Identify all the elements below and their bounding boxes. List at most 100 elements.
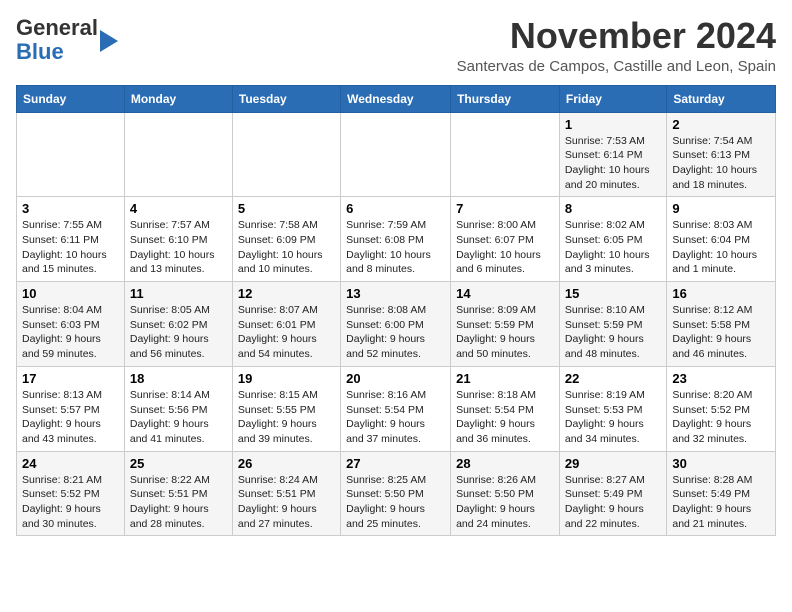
- day-info: Sunrise: 8:21 AMSunset: 5:52 PMDaylight:…: [22, 473, 119, 532]
- col-header-thursday: Thursday: [451, 85, 560, 112]
- calendar-cell: [232, 112, 340, 197]
- day-number: 3: [22, 201, 119, 216]
- col-header-monday: Monday: [124, 85, 232, 112]
- col-header-saturday: Saturday: [667, 85, 776, 112]
- calendar-cell: 5 Sunrise: 7:58 AMSunset: 6:09 PMDaylight…: [232, 197, 340, 282]
- day-number: 1: [565, 117, 661, 132]
- calendar-cell: 28 Sunrise: 8:26 AMSunset: 5:50 PMDayligh…: [451, 451, 560, 536]
- day-number: 29: [565, 456, 661, 471]
- day-number: 17: [22, 371, 119, 386]
- day-number: 19: [238, 371, 335, 386]
- calendar-cell: [17, 112, 125, 197]
- week-row-3: 10 Sunrise: 8:04 AMSunset: 6:03 PMDayligh…: [17, 282, 776, 367]
- day-number: 25: [130, 456, 227, 471]
- calendar-cell: 26Sunrise: 8:24 AMSunset: 5:51 PMDayligh…: [232, 451, 340, 536]
- day-info: Sunrise: 8:19 AMSunset: 5:53 PMDaylight:…: [565, 388, 661, 447]
- calendar-cell: 20 Sunrise: 8:16 AMSunset: 5:54 PMDayligh…: [341, 366, 451, 451]
- day-number: 20: [346, 371, 445, 386]
- day-info: Sunrise: 7:55 AMSunset: 6:11 PMDaylight:…: [22, 218, 119, 277]
- logo-text: General Blue: [16, 16, 98, 64]
- day-info: Sunrise: 8:05 AMSunset: 6:02 PMDaylight:…: [130, 303, 227, 362]
- calendar-cell: [341, 112, 451, 197]
- calendar-cell: 16 Sunrise: 8:12 AMSunset: 5:58 PMDayligh…: [667, 282, 776, 367]
- day-info: Sunrise: 8:20 AMSunset: 5:52 PMDaylight:…: [672, 388, 770, 447]
- calendar-cell: 29 Sunrise: 8:27 AMSunset: 5:49 PMDayligh…: [559, 451, 666, 536]
- day-info: Sunrise: 8:27 AMSunset: 5:49 PMDaylight:…: [565, 473, 661, 532]
- day-info: Sunrise: 8:24 AMSunset: 5:51 PMDaylight:…: [238, 473, 335, 532]
- col-header-sunday: Sunday: [17, 85, 125, 112]
- calendar-cell: 14Sunrise: 8:09 AMSunset: 5:59 PMDayligh…: [451, 282, 560, 367]
- calendar-cell: 4 Sunrise: 7:57 AMSunset: 6:10 PMDaylight…: [124, 197, 232, 282]
- day-number: 27: [346, 456, 445, 471]
- col-header-tuesday: Tuesday: [232, 85, 340, 112]
- calendar-cell: 11 Sunrise: 8:05 AMSunset: 6:02 PMDayligh…: [124, 282, 232, 367]
- day-info: Sunrise: 8:15 AMSunset: 5:55 PMDaylight:…: [238, 388, 335, 447]
- day-number: 5: [238, 201, 335, 216]
- logo: General Blue: [16, 16, 118, 64]
- calendar-cell: 30 Sunrise: 8:28 AMSunset: 5:49 PMDayligh…: [667, 451, 776, 536]
- day-number: 7: [456, 201, 554, 216]
- day-number: 23: [672, 371, 770, 386]
- day-number: 22: [565, 371, 661, 386]
- col-header-friday: Friday: [559, 85, 666, 112]
- day-info: Sunrise: 7:59 AMSunset: 6:08 PMDaylight:…: [346, 218, 445, 277]
- day-info: Sunrise: 8:16 AMSunset: 5:54 PMDaylight:…: [346, 388, 445, 447]
- logo-general: General: [16, 15, 98, 40]
- day-info: Sunrise: 8:03 AMSunset: 6:04 PMDaylight:…: [672, 218, 770, 277]
- calendar-cell: 22 Sunrise: 8:19 AMSunset: 5:53 PMDayligh…: [559, 366, 666, 451]
- day-number: 15: [565, 286, 661, 301]
- day-info: Sunrise: 7:54 AMSunset: 6:13 PMDaylight:…: [672, 134, 770, 193]
- day-number: 6: [346, 201, 445, 216]
- day-info: Sunrise: 8:26 AMSunset: 5:50 PMDaylight:…: [456, 473, 554, 532]
- calendar-cell: 3 Sunrise: 7:55 AMSunset: 6:11 PMDaylight…: [17, 197, 125, 282]
- day-info: Sunrise: 8:09 AMSunset: 5:59 PMDaylight:…: [456, 303, 554, 362]
- day-info: Sunrise: 8:28 AMSunset: 5:49 PMDaylight:…: [672, 473, 770, 532]
- day-info: Sunrise: 8:07 AMSunset: 6:01 PMDaylight:…: [238, 303, 335, 362]
- day-number: 2: [672, 117, 770, 132]
- page-header: General Blue November 2024 Santervas de …: [16, 16, 776, 75]
- calendar-cell: 9Sunrise: 8:03 AMSunset: 6:04 PMDaylight…: [667, 197, 776, 282]
- calendar-cell: 18Sunrise: 8:14 AMSunset: 5:56 PMDayligh…: [124, 366, 232, 451]
- day-info: Sunrise: 8:14 AMSunset: 5:56 PMDaylight:…: [130, 388, 227, 447]
- calendar-header: SundayMondayTuesdayWednesdayThursdayFrid…: [17, 85, 776, 112]
- calendar-cell: 21 Sunrise: 8:18 AMSunset: 5:54 PMDayligh…: [451, 366, 560, 451]
- week-row-1: 1 Sunrise: 7:53 AMSunset: 6:14 PMDaylight…: [17, 112, 776, 197]
- day-info: Sunrise: 7:53 AMSunset: 6:14 PMDaylight:…: [565, 134, 661, 193]
- day-number: 11: [130, 286, 227, 301]
- day-info: Sunrise: 7:58 AMSunset: 6:09 PMDaylight:…: [238, 218, 335, 277]
- logo-arrow-icon: [100, 30, 118, 52]
- calendar-cell: 13 Sunrise: 8:08 AMSunset: 6:00 PMDayligh…: [341, 282, 451, 367]
- day-number: 13: [346, 286, 445, 301]
- day-info: Sunrise: 8:08 AMSunset: 6:00 PMDaylight:…: [346, 303, 445, 362]
- month-title: November 2024: [457, 16, 776, 56]
- title-block: November 2024 Santervas de Campos, Casti…: [457, 16, 776, 75]
- day-info: Sunrise: 8:13 AMSunset: 5:57 PMDaylight:…: [22, 388, 119, 447]
- calendar-cell: [124, 112, 232, 197]
- day-number: 30: [672, 456, 770, 471]
- day-info: Sunrise: 8:10 AMSunset: 5:59 PMDaylight:…: [565, 303, 661, 362]
- calendar-cell: 23 Sunrise: 8:20 AMSunset: 5:52 PMDayligh…: [667, 366, 776, 451]
- day-info: Sunrise: 8:12 AMSunset: 5:58 PMDaylight:…: [672, 303, 770, 362]
- calendar-cell: 15 Sunrise: 8:10 AMSunset: 5:59 PMDayligh…: [559, 282, 666, 367]
- day-info: Sunrise: 7:57 AMSunset: 6:10 PMDaylight:…: [130, 218, 227, 277]
- week-row-4: 17 Sunrise: 8:13 AMSunset: 5:57 PMDayligh…: [17, 366, 776, 451]
- calendar-cell: 10 Sunrise: 8:04 AMSunset: 6:03 PMDayligh…: [17, 282, 125, 367]
- day-number: 4: [130, 201, 227, 216]
- day-info: Sunrise: 8:18 AMSunset: 5:54 PMDaylight:…: [456, 388, 554, 447]
- week-row-2: 3 Sunrise: 7:55 AMSunset: 6:11 PMDaylight…: [17, 197, 776, 282]
- calendar-cell: 25Sunrise: 8:22 AMSunset: 5:51 PMDayligh…: [124, 451, 232, 536]
- day-number: 10: [22, 286, 119, 301]
- logo-blue: Blue: [16, 39, 64, 64]
- col-header-wednesday: Wednesday: [341, 85, 451, 112]
- day-number: 12: [238, 286, 335, 301]
- day-info: Sunrise: 8:00 AMSunset: 6:07 PMDaylight:…: [456, 218, 554, 277]
- calendar-cell: 6 Sunrise: 7:59 AMSunset: 6:08 PMDaylight…: [341, 197, 451, 282]
- day-info: Sunrise: 8:04 AMSunset: 6:03 PMDaylight:…: [22, 303, 119, 362]
- day-number: 21: [456, 371, 554, 386]
- location-subtitle: Santervas de Campos, Castille and Leon, …: [457, 58, 776, 75]
- day-number: 16: [672, 286, 770, 301]
- day-info: Sunrise: 8:02 AMSunset: 6:05 PMDaylight:…: [565, 218, 661, 277]
- calendar-cell: 2 Sunrise: 7:54 AMSunset: 6:13 PMDaylight…: [667, 112, 776, 197]
- day-number: 28: [456, 456, 554, 471]
- calendar-cell: 27Sunrise: 8:25 AMSunset: 5:50 PMDayligh…: [341, 451, 451, 536]
